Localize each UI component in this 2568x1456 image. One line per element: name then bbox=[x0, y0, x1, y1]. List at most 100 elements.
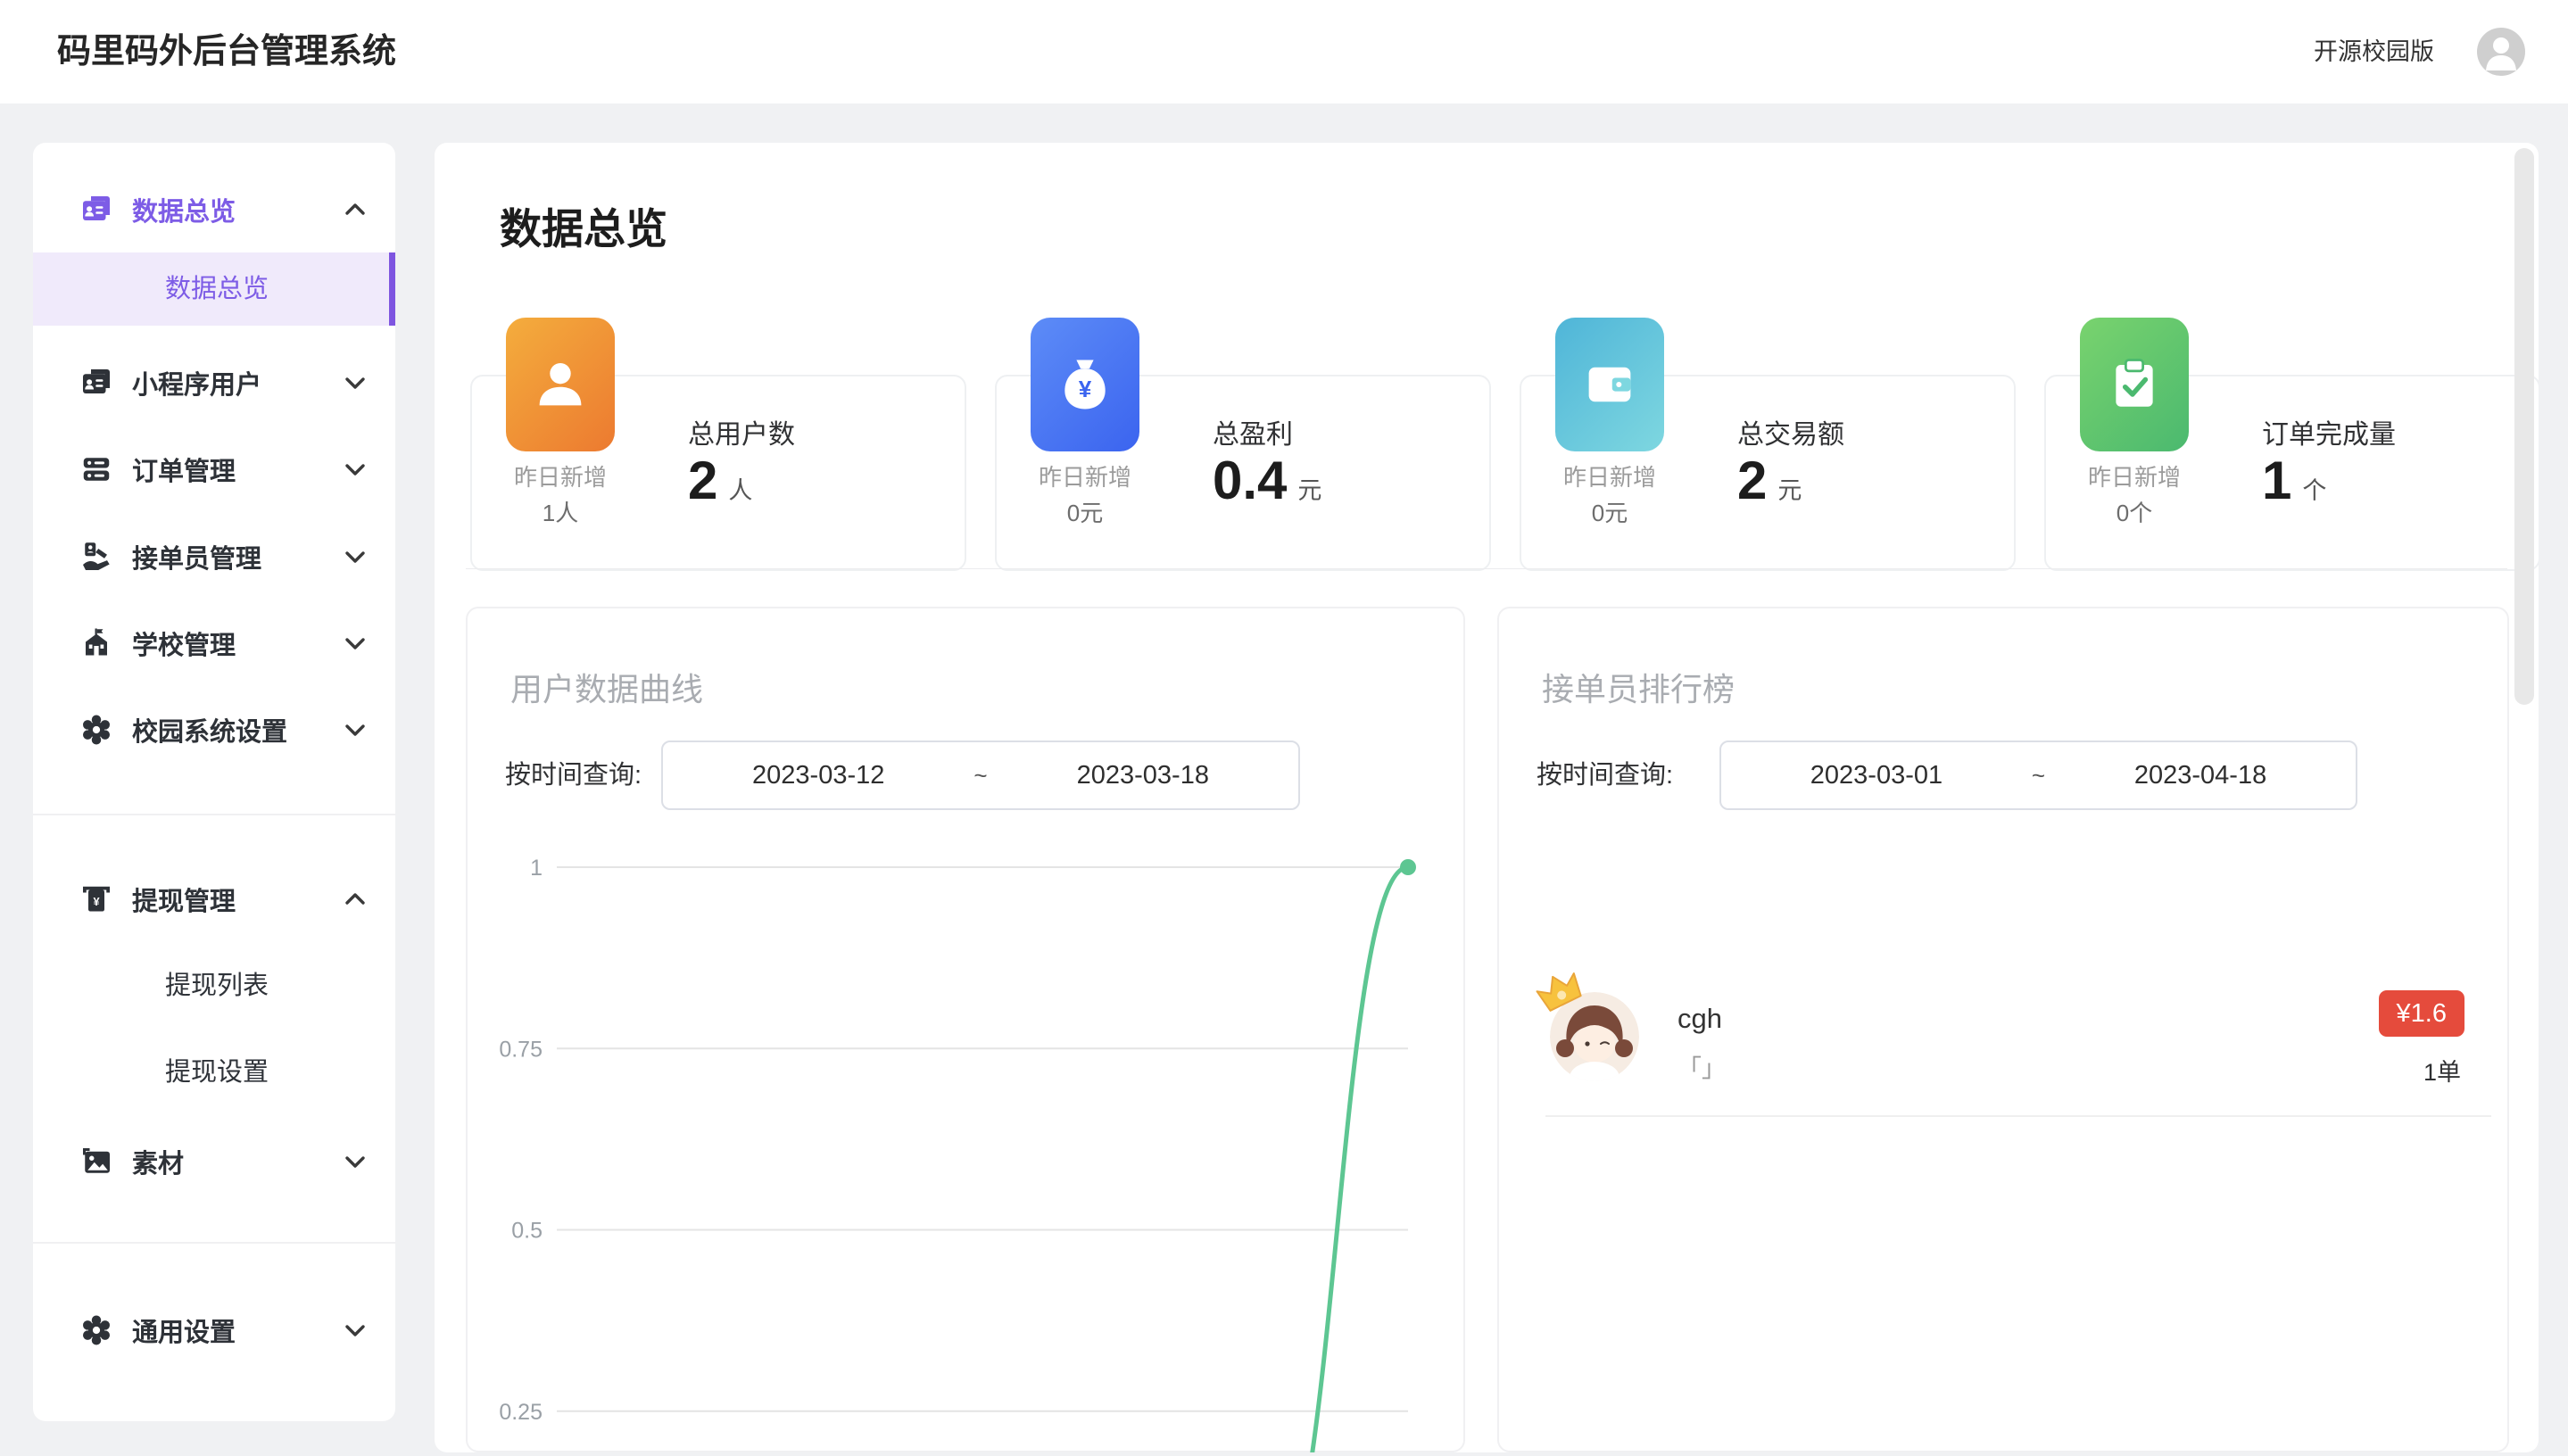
sidebar-item-label: 接单员管理 bbox=[132, 538, 261, 575]
agent-ranking-panel: 接单员排行榜 按时间查询: 2023-03-01 ~ 2023-04-18 bbox=[1497, 607, 2509, 1452]
agent-name: cgh bbox=[1677, 1003, 1722, 1035]
svg-text:0.75: 0.75 bbox=[499, 1037, 543, 1062]
stat-number: 2 bbox=[688, 451, 717, 510]
sidebar-subitem-withdraw-list[interactable]: 提现列表 bbox=[33, 949, 395, 1022]
sidebar-divider bbox=[33, 1242, 395, 1244]
svg-text:0.5: 0.5 bbox=[511, 1219, 543, 1244]
sidebar-item-campus-settings[interactable]: 校园系统设置 bbox=[33, 702, 395, 757]
sidebar-item-material[interactable]: 素材 bbox=[33, 1134, 395, 1189]
yesterday-label: 昨日新增 bbox=[480, 459, 641, 492]
user-avatar[interactable] bbox=[2477, 28, 2525, 76]
user-icon bbox=[506, 318, 615, 451]
sidebar-item-general-settings[interactable]: 通用设置 bbox=[33, 1303, 395, 1358]
chevron-down-icon bbox=[344, 723, 366, 737]
date-end[interactable]: 2023-04-18 bbox=[2134, 761, 2266, 790]
moneybag-icon: ¥ bbox=[1031, 318, 1139, 451]
panel-title: 用户数据曲线 bbox=[510, 664, 703, 710]
yesterday-value: 0个 bbox=[2054, 495, 2215, 528]
user-data-line-chart: 0.25 0.5 0.75 1 bbox=[468, 823, 1467, 1452]
sidebar-item-label: 素材 bbox=[132, 1143, 184, 1180]
stat-label: 总交易额 bbox=[1737, 412, 1844, 451]
ranking-list-item[interactable]: cgh 「」 ¥1.6 1单 bbox=[1499, 965, 2511, 1117]
order-count: 1单 bbox=[2423, 1053, 2461, 1088]
app-header: 码里码外后台管理系统 开源校园版 bbox=[0, 0, 2568, 103]
page-title: 数据总览 bbox=[500, 194, 667, 256]
sidebar-item-data-overview[interactable]: 数据总览 bbox=[33, 182, 395, 237]
svg-text:¥: ¥ bbox=[93, 895, 100, 908]
sidebar-item-orders[interactable]: 订单管理 bbox=[33, 442, 395, 497]
stat-card-total-profit: ¥ 昨日新增 0元 总盈利 0.4元 bbox=[995, 375, 1491, 571]
yesterday-label: 昨日新增 bbox=[2054, 459, 2215, 492]
edition-label: 开源校园版 bbox=[2314, 0, 2434, 103]
chevron-down-icon bbox=[344, 1323, 366, 1337]
yesterday-value: 0元 bbox=[1529, 495, 1690, 528]
chevron-down-icon bbox=[344, 376, 366, 390]
stat-number: 2 bbox=[1737, 451, 1767, 510]
stat-value: 0.4 元 bbox=[1213, 450, 1321, 511]
panel-title: 接单员排行榜 bbox=[1542, 664, 1735, 710]
date-start[interactable]: 2023-03-01 bbox=[1810, 761, 1943, 790]
yesterday-label: 昨日新增 bbox=[1005, 459, 1165, 492]
yesterday-label: 昨日新增 bbox=[1529, 459, 1690, 492]
wallet-icon bbox=[1555, 318, 1664, 451]
sidebar-item-label: 校园系统设置 bbox=[132, 711, 287, 749]
svg-text:0.25: 0.25 bbox=[499, 1400, 543, 1425]
stat-label: 总盈利 bbox=[1213, 412, 1293, 451]
school-icon bbox=[80, 627, 112, 659]
list-divider bbox=[1545, 1115, 2491, 1117]
orders-icon bbox=[80, 453, 112, 485]
sidebar-item-label: 通用设置 bbox=[132, 1311, 236, 1349]
chevron-up-icon bbox=[344, 203, 366, 217]
material-icon bbox=[80, 1146, 112, 1178]
stat-unit: 元 bbox=[1297, 477, 1321, 504]
stat-label: 订单完成量 bbox=[2262, 412, 2396, 451]
date-range-picker[interactable]: 2023-03-01 ~ 2023-04-18 bbox=[1719, 740, 2357, 810]
amount-badge: ¥1.6 bbox=[2379, 990, 2464, 1037]
stat-unit: 元 bbox=[1777, 477, 1802, 504]
sidebar-item-agents[interactable]: 接单员管理 bbox=[33, 529, 395, 584]
sidebar-item-withdraw[interactable]: ¥ 提现管理 bbox=[33, 872, 395, 927]
date-start[interactable]: 2023-03-12 bbox=[752, 761, 884, 790]
yesterday-value: 0元 bbox=[1005, 495, 1165, 528]
stat-unit: 个 bbox=[2302, 477, 2326, 504]
stat-value: 2元 bbox=[1737, 450, 1802, 511]
sidebar-subitem-withdraw-settings[interactable]: 提现设置 bbox=[33, 1036, 395, 1109]
yesterday-value: 1人 bbox=[480, 495, 641, 528]
agents-icon bbox=[80, 541, 112, 573]
date-end[interactable]: 2023-03-18 bbox=[1077, 761, 1209, 790]
sidebar: 数据总览 数据总览 小程序用户 订单管理 接单员管理 bbox=[33, 143, 395, 1421]
sidebar-item-label: 学校管理 bbox=[132, 625, 236, 662]
user-chart-panel: 用户数据曲线 按时间查询: 2023-03-12 ~ 2023-03-18 0.… bbox=[466, 607, 1465, 1452]
date-separator: ~ bbox=[973, 762, 987, 790]
miniprogram-users-icon bbox=[80, 367, 112, 399]
sidebar-item-miniprogram-users[interactable]: 小程序用户 bbox=[33, 355, 395, 410]
vertical-scrollbar-thumb[interactable] bbox=[2514, 148, 2534, 705]
svg-text:1: 1 bbox=[530, 856, 543, 881]
chevron-down-icon bbox=[344, 636, 366, 650]
clipboard-check-icon bbox=[2080, 318, 2189, 451]
data-overview-icon bbox=[80, 194, 112, 226]
campus-settings-icon bbox=[80, 714, 112, 746]
date-range-picker[interactable]: 2023-03-12 ~ 2023-03-18 bbox=[661, 740, 1300, 810]
sidebar-subitem-label: 数据总览 bbox=[165, 275, 269, 303]
stat-card-total-users: 昨日新增 1人 总用户数 2人 bbox=[470, 375, 966, 571]
stat-number: 0.4 bbox=[1213, 451, 1287, 510]
sidebar-subitem-label: 提现设置 bbox=[165, 1058, 269, 1087]
section-divider bbox=[466, 568, 2507, 569]
chevron-down-icon bbox=[344, 462, 366, 476]
chevron-up-icon bbox=[344, 892, 366, 906]
sidebar-subitem-data-overview[interactable]: 数据总览 bbox=[33, 252, 395, 326]
sidebar-item-schools[interactable]: 学校管理 bbox=[33, 616, 395, 671]
stat-label: 总用户数 bbox=[688, 412, 795, 451]
sidebar-item-label: 数据总览 bbox=[132, 191, 236, 228]
stat-unit: 人 bbox=[728, 477, 752, 504]
person-icon bbox=[2477, 28, 2525, 76]
general-settings-icon bbox=[80, 1314, 112, 1346]
sidebar-item-label: 小程序用户 bbox=[132, 364, 261, 401]
stat-value: 2人 bbox=[688, 450, 752, 511]
chevron-down-icon bbox=[344, 1154, 366, 1169]
chevron-down-icon bbox=[344, 550, 366, 564]
active-indicator-bar bbox=[389, 252, 395, 326]
sidebar-item-label: 提现管理 bbox=[132, 881, 236, 918]
stat-card-total-transactions: 昨日新增 0元 总交易额 2元 bbox=[1520, 375, 2016, 571]
